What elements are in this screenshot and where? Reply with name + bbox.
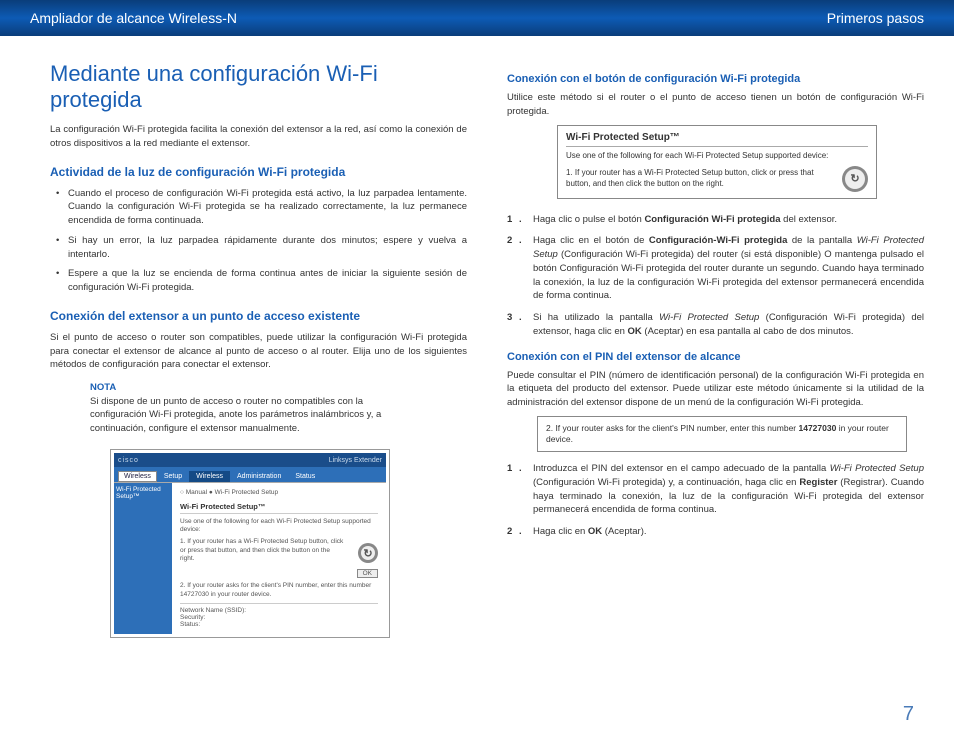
- tab-status[interactable]: Status: [288, 471, 322, 482]
- tab-wireless[interactable]: Wireless: [189, 471, 230, 482]
- header-bar: Ampliador de alcance Wireless-N Primeros…: [0, 0, 954, 36]
- header-right: Primeros pasos: [827, 10, 924, 26]
- section-wps-button: Conexión con el botón de configuración W…: [507, 73, 924, 85]
- section-pin: Conexión con el PIN del extensor de alca…: [507, 351, 924, 363]
- wps-icon[interactable]: [842, 166, 868, 192]
- list-item: Cuando el proceso de configuración Wi-Fi…: [68, 187, 467, 228]
- step-item: 3.Si ha utilizado la pantalla Wi-Fi Prot…: [533, 311, 924, 339]
- list-item: Espere a que la luz se encienda de forma…: [68, 267, 467, 295]
- connect-ap-paragraph: Si el punto de acceso o router son compa…: [50, 331, 467, 372]
- tab-setup[interactable]: Setup: [157, 471, 189, 482]
- panel-subtitle: Use one of the following for each Wi-Fi …: [180, 518, 378, 535]
- note-label: NOTA: [90, 382, 410, 393]
- page-number: 7: [903, 703, 914, 726]
- wps-icon[interactable]: [358, 543, 378, 563]
- left-column: Mediante una configuración Wi-Fi protegi…: [50, 61, 467, 646]
- header-left: Ampliador de alcance Wireless-N: [30, 10, 237, 26]
- wps-step2: 2. If your router asks for the client's …: [180, 582, 378, 599]
- step-item: 1.Haga clic o pulse el botón Configuraci…: [533, 213, 924, 227]
- intro-paragraph: La configuración Wi-Fi protegida facilit…: [50, 123, 467, 151]
- router-admin-screenshot: cisco Linksys Extender Wireless Setup Wi…: [110, 449, 390, 638]
- wps-step1: 1. If your router has a Wi-Fi Protected …: [180, 538, 346, 563]
- page-body: Mediante una configuración Wi-Fi protegi…: [0, 36, 954, 656]
- nav-tabs: Wireless Setup Wireless Administration S…: [114, 467, 386, 483]
- wps-box-title: Wi-Fi Protected Setup™: [566, 132, 868, 147]
- note-body: Si dispone de un punto de acceso o route…: [90, 395, 410, 435]
- side-panel: Wi-Fi Protected Setup™: [114, 483, 172, 634]
- product-label: Linksys Extender: [329, 457, 382, 464]
- pin-steps: 1.Introduzca el PIN del extensor en el c…: [507, 462, 924, 539]
- list-item: Si hay un error, la luz parpadea rápidam…: [68, 234, 467, 262]
- pin-inset-box: 2. If your router asks for the client's …: [537, 416, 907, 452]
- nav-section-label: Wireless: [118, 471, 157, 482]
- right-column: Conexión con el botón de configuración W…: [507, 61, 924, 646]
- radio-row[interactable]: ○ Manual ● Wi-Fi Protected Setup: [180, 489, 378, 497]
- pin-paragraph: Puede consultar el PIN (número de identi…: [507, 369, 924, 410]
- section-connect-ap: Conexión del extensor a un punto de acce…: [50, 309, 467, 323]
- light-activity-list: Cuando el proceso de configuración Wi-Fi…: [50, 187, 467, 295]
- panel-title: Wi-Fi Protected Setup™: [180, 502, 378, 514]
- step-item: 1.Introduzca el PIN del extensor en el c…: [533, 462, 924, 517]
- section-light-activity: Actividad de la luz de configuración Wi-…: [50, 165, 467, 179]
- step-item: 2.Haga clic en el botón de Configuración…: [533, 234, 924, 303]
- wps-box-step: 1. If your router has a Wi-Fi Protected …: [566, 168, 830, 189]
- wps-button-paragraph: Utilice este método si el router o el pu…: [507, 91, 924, 119]
- pin-number: 14727030: [799, 423, 837, 433]
- wps-inset-box: Wi-Fi Protected Setup™ Use one of the fo…: [557, 125, 877, 199]
- page-title: Mediante una configuración Wi-Fi protegi…: [50, 61, 467, 113]
- main-panel: ○ Manual ● Wi-Fi Protected Setup Wi-Fi P…: [172, 483, 386, 634]
- wps-box-sub: Use one of the following for each Wi-Fi …: [566, 151, 868, 160]
- tab-administration[interactable]: Administration: [230, 471, 288, 482]
- note-box: NOTA Si dispone de un punto de acceso o …: [90, 382, 410, 435]
- wps-button-steps: 1.Haga clic o pulse el botón Configuraci…: [507, 213, 924, 339]
- ok-button[interactable]: OK: [357, 569, 378, 578]
- brand-logo: cisco: [118, 457, 139, 464]
- status-footer: Network Name (SSID): Security: Status:: [180, 603, 378, 628]
- step-item: 2.Haga clic en OK (Aceptar).: [533, 525, 924, 539]
